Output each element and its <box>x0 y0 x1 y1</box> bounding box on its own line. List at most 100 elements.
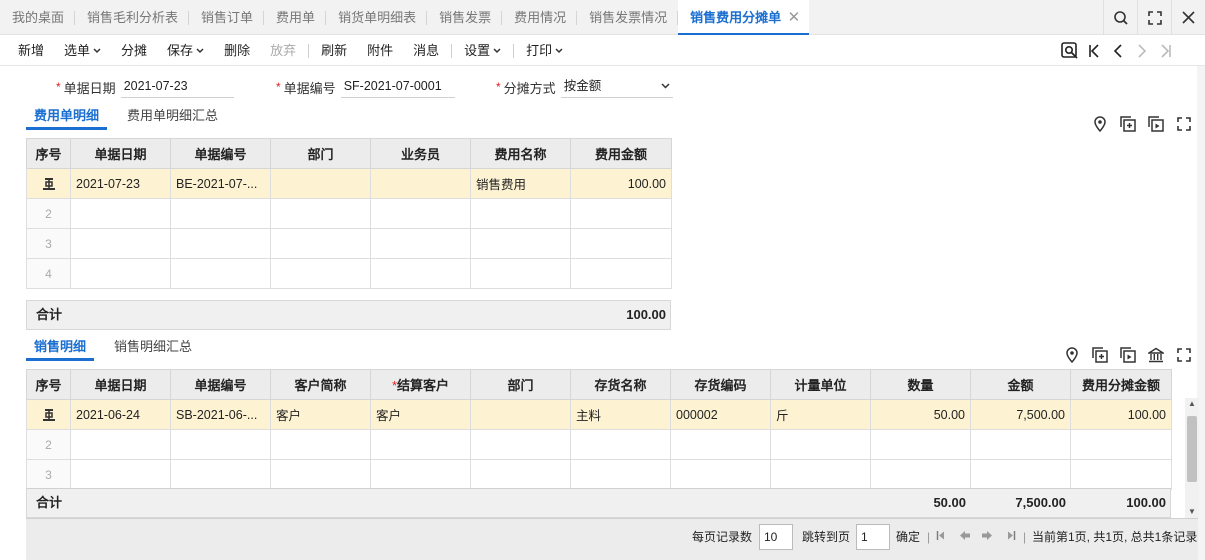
print-button[interactable]: 打印 <box>516 35 573 66</box>
table-row[interactable]: 4 <box>26 258 672 289</box>
code-input[interactable]: SF-2021-07-0001 <box>340 76 455 98</box>
table-cell[interactable] <box>70 228 171 259</box>
export-icon[interactable] <box>1142 114 1170 134</box>
table-row[interactable]: 2021-07-23 BE-2021-07-... 销售费用 100.00 <box>26 168 672 199</box>
table-cell[interactable] <box>870 429 971 460</box>
table-cell[interactable] <box>570 429 671 460</box>
table-cell[interactable] <box>770 459 871 490</box>
table-cell[interactable]: 100.00 <box>1070 399 1172 430</box>
tab-7[interactable]: 销售发票情况 <box>577 0 679 35</box>
table-cell[interactable] <box>70 198 171 229</box>
table-cell[interactable] <box>270 168 371 199</box>
sales-col-header[interactable]: 单据编号 <box>170 369 271 400</box>
discard-button[interactable]: 放弃 <box>260 35 306 66</box>
tab-expense-summary[interactable]: 费用单明细汇总 <box>119 104 226 130</box>
copy-row-icon[interactable] <box>1114 114 1142 134</box>
tab-1[interactable]: 销售毛利分析表 <box>75 0 190 35</box>
table-cell[interactable]: 50.00 <box>870 399 971 430</box>
fullscreen-icon[interactable] <box>1170 345 1198 365</box>
expense-col-header[interactable]: 费用金额 <box>570 138 672 169</box>
table-row[interactable]: 3 <box>26 228 672 259</box>
table-cell[interactable] <box>70 258 171 289</box>
table-cell[interactable] <box>470 258 571 289</box>
sales-col-header[interactable]: 部门 <box>470 369 571 400</box>
copy-row-icon[interactable] <box>1086 345 1114 365</box>
save-button[interactable]: 保存 <box>157 35 214 66</box>
table-cell[interactable]: 客户 <box>370 399 471 430</box>
table-cell[interactable] <box>470 399 571 430</box>
date-input[interactable]: 2021-07-23 <box>120 76 234 98</box>
sales-col-header[interactable]: *结算客户 <box>370 369 471 400</box>
table-cell[interactable] <box>170 429 271 460</box>
table-cell[interactable] <box>370 228 471 259</box>
table-cell[interactable] <box>470 198 571 229</box>
tab-expense-detail[interactable]: 费用单明细 <box>26 104 108 130</box>
table-cell[interactable] <box>570 258 672 289</box>
table-cell[interactable]: 2021-07-23 <box>70 168 171 199</box>
table-cell[interactable] <box>970 429 1071 460</box>
next-page-icon[interactable] <box>981 519 993 555</box>
table-cell[interactable]: 000002 <box>670 399 771 430</box>
table-cell[interactable] <box>470 429 571 460</box>
first-page-icon[interactable] <box>936 519 949 555</box>
table-cell[interactable]: 客户 <box>270 399 371 430</box>
expense-col-header[interactable]: 单据编号 <box>170 138 271 169</box>
tab-2[interactable]: 销售订单 <box>189 0 265 35</box>
table-cell[interactable]: 斤 <box>770 399 871 430</box>
table-cell[interactable] <box>1070 429 1172 460</box>
table-cell[interactable] <box>370 168 471 199</box>
new-button[interactable]: 新增 <box>8 35 54 66</box>
table-cell[interactable] <box>770 429 871 460</box>
locate-icon[interactable] <box>1058 345 1086 365</box>
table-cell[interactable] <box>970 459 1071 490</box>
table-cell[interactable]: 100.00 <box>570 168 672 199</box>
allocate-button[interactable]: 分摊 <box>111 35 157 66</box>
table-cell[interactable] <box>270 459 371 490</box>
next-record-icon[interactable] <box>1130 35 1154 66</box>
table-row[interactable]: 2021-06-24 SB-2021-06-... 客户 客户 主料 000002 斤 50.… <box>26 399 1172 430</box>
previous-page-icon[interactable] <box>959 519 971 555</box>
refresh-button[interactable]: 刷新 <box>311 35 357 66</box>
edit-row-icon[interactable] <box>42 408 56 422</box>
table-cell[interactable] <box>370 198 471 229</box>
tab-4[interactable]: 销货单明细表 <box>326 0 428 35</box>
sales-col-header[interactable]: 计量单位 <box>770 369 871 400</box>
delete-button[interactable]: 删除 <box>214 35 260 66</box>
confirm-button[interactable]: 确定 <box>896 519 920 555</box>
search-icon[interactable] <box>1103 0 1137 35</box>
table-cell[interactable] <box>370 459 471 490</box>
find-record-icon[interactable] <box>1058 35 1082 66</box>
expense-col-header[interactable]: 业务员 <box>370 138 471 169</box>
table-row[interactable]: 3 <box>26 459 1172 490</box>
sales-col-header[interactable]: 数量 <box>870 369 971 400</box>
scroll-thumb[interactable] <box>1187 416 1197 482</box>
table-cell[interactable] <box>270 198 371 229</box>
select-button[interactable]: 选单 <box>54 35 111 66</box>
table-cell[interactable] <box>1070 459 1172 490</box>
table-cell[interactable] <box>170 198 271 229</box>
expense-col-header[interactable]: 序号 <box>26 138 71 169</box>
tab-5[interactable]: 销售发票 <box>427 0 503 35</box>
table-row[interactable]: 2 <box>26 198 672 229</box>
table-cell[interactable] <box>670 459 771 490</box>
jump-page-input[interactable]: 1 <box>856 524 890 550</box>
table-cell[interactable]: 2021-06-24 <box>70 399 171 430</box>
table-cell[interactable] <box>470 228 571 259</box>
expense-col-header[interactable]: 部门 <box>270 138 371 169</box>
edit-row-icon[interactable] <box>42 177 56 191</box>
previous-record-icon[interactable] <box>1106 35 1130 66</box>
table-cell[interactable] <box>570 198 672 229</box>
table-cell[interactable] <box>570 228 672 259</box>
table-cell[interactable] <box>270 429 371 460</box>
expense-col-header[interactable]: 单据日期 <box>70 138 171 169</box>
attach-button[interactable]: 附件 <box>357 35 403 66</box>
table-cell[interactable] <box>70 429 171 460</box>
close-icon[interactable] <box>1171 0 1205 35</box>
last-page-icon[interactable] <box>1003 519 1016 555</box>
table-cell[interactable]: SB-2021-06-... <box>170 399 271 430</box>
table-cell[interactable] <box>370 429 471 460</box>
sales-grid-scrollbar[interactable]: ▲ ▼ <box>1185 398 1199 518</box>
last-record-icon[interactable] <box>1154 35 1178 66</box>
table-cell[interactable] <box>70 459 171 490</box>
per-page-input[interactable]: 10 <box>759 524 793 550</box>
